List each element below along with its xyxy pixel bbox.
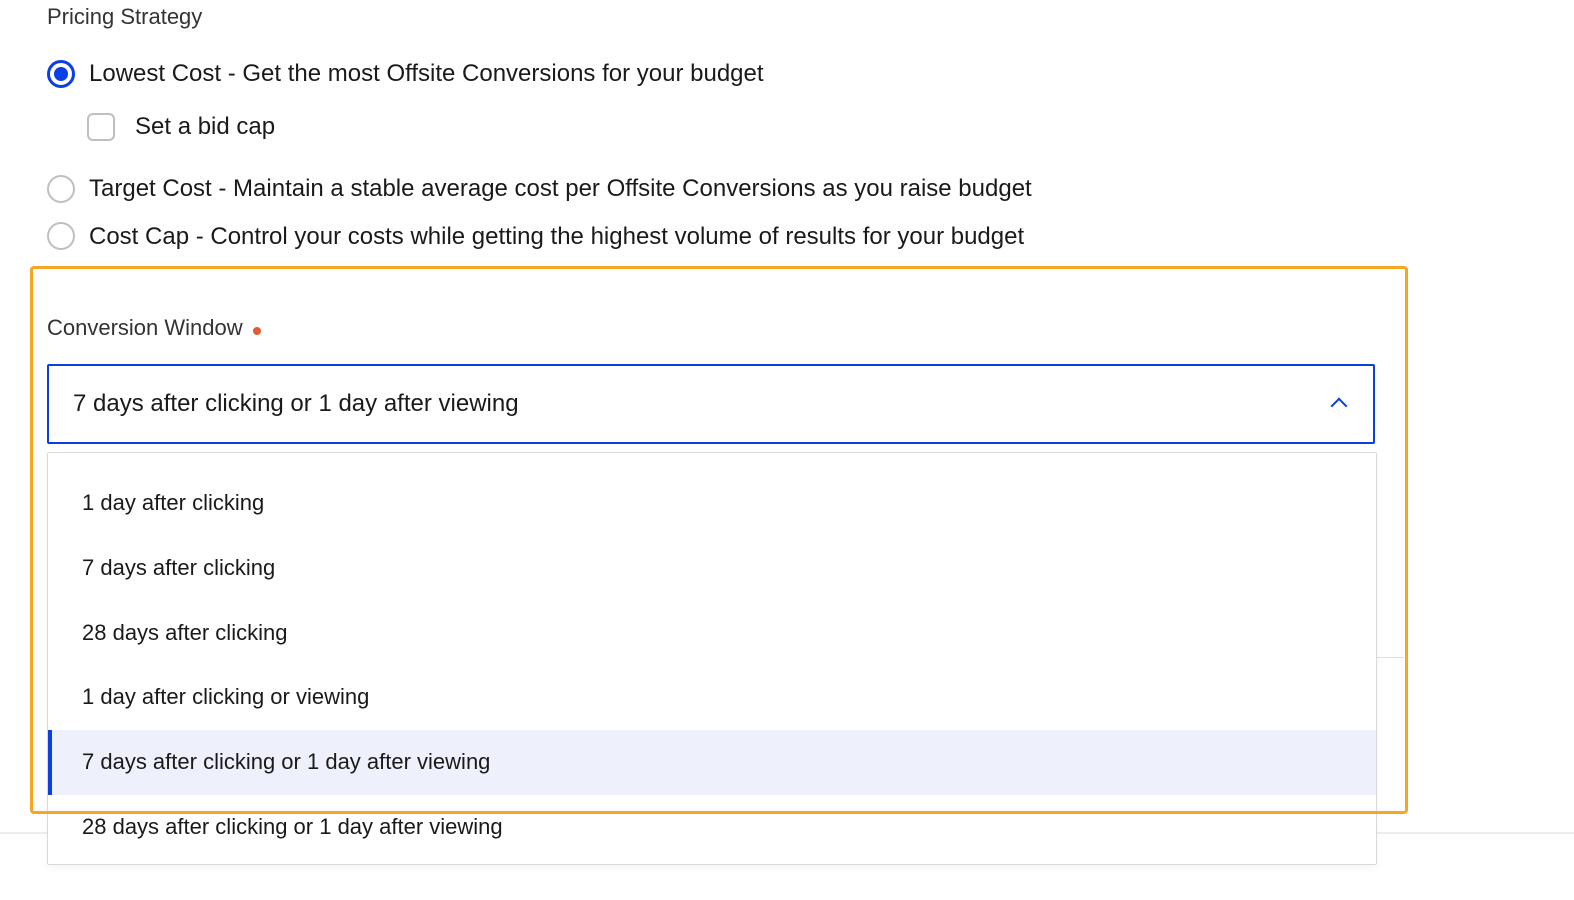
radio-label: Cost Cap - Control your costs while gett… bbox=[89, 220, 1024, 254]
radio-target-cost[interactable]: Target Cost - Maintain a stable average … bbox=[47, 172, 1527, 206]
option-28day-click[interactable]: 28 days after clicking bbox=[48, 601, 1376, 666]
option-7day-click[interactable]: 7 days after clicking bbox=[48, 536, 1376, 601]
pricing-title: Pricing Strategy bbox=[47, 2, 1527, 33]
pricing-strategy-section: Pricing Strategy Lowest Cost - Get the m… bbox=[47, 2, 1527, 253]
radio-lowest-cost[interactable]: Lowest Cost - Get the most Offsite Conve… bbox=[47, 57, 1527, 91]
option-28day-click-1day-view[interactable]: 28 days after clicking or 1 day after vi… bbox=[48, 795, 1376, 860]
chevron-up-icon bbox=[1333, 396, 1349, 412]
radio-icon[interactable] bbox=[47, 60, 75, 88]
option-1day-click-view[interactable]: 1 day after clicking or viewing bbox=[48, 665, 1376, 730]
radio-label: Target Cost - Maintain a stable average … bbox=[89, 172, 1032, 206]
radio-icon[interactable] bbox=[47, 175, 75, 203]
checkbox-label: Set a bid cap bbox=[135, 110, 275, 144]
option-1day-click[interactable]: 1 day after clicking bbox=[48, 471, 1376, 536]
conversion-window-select[interactable]: 7 days after clicking or 1 day after vie… bbox=[47, 364, 1375, 444]
radio-cost-cap[interactable]: Cost Cap - Control your costs while gett… bbox=[47, 220, 1527, 254]
checkbox-icon[interactable] bbox=[87, 113, 115, 141]
conversion-title: Conversion Window bbox=[47, 313, 243, 344]
conversion-window-section: Conversion Window 7 days after clicking … bbox=[47, 313, 1527, 889]
required-dot-icon bbox=[253, 327, 261, 335]
radio-label: Lowest Cost - Get the most Offsite Conve… bbox=[89, 57, 764, 91]
conversion-window-dropdown[interactable]: 1 day after clicking 7 days after clicki… bbox=[47, 452, 1377, 865]
select-value: 7 days after clicking or 1 day after vie… bbox=[73, 387, 519, 421]
option-7day-click-1day-view[interactable]: 7 days after clicking or 1 day after vie… bbox=[48, 730, 1376, 795]
bid-cap-checkbox[interactable]: Set a bid cap bbox=[87, 110, 1527, 144]
radio-icon[interactable] bbox=[47, 222, 75, 250]
